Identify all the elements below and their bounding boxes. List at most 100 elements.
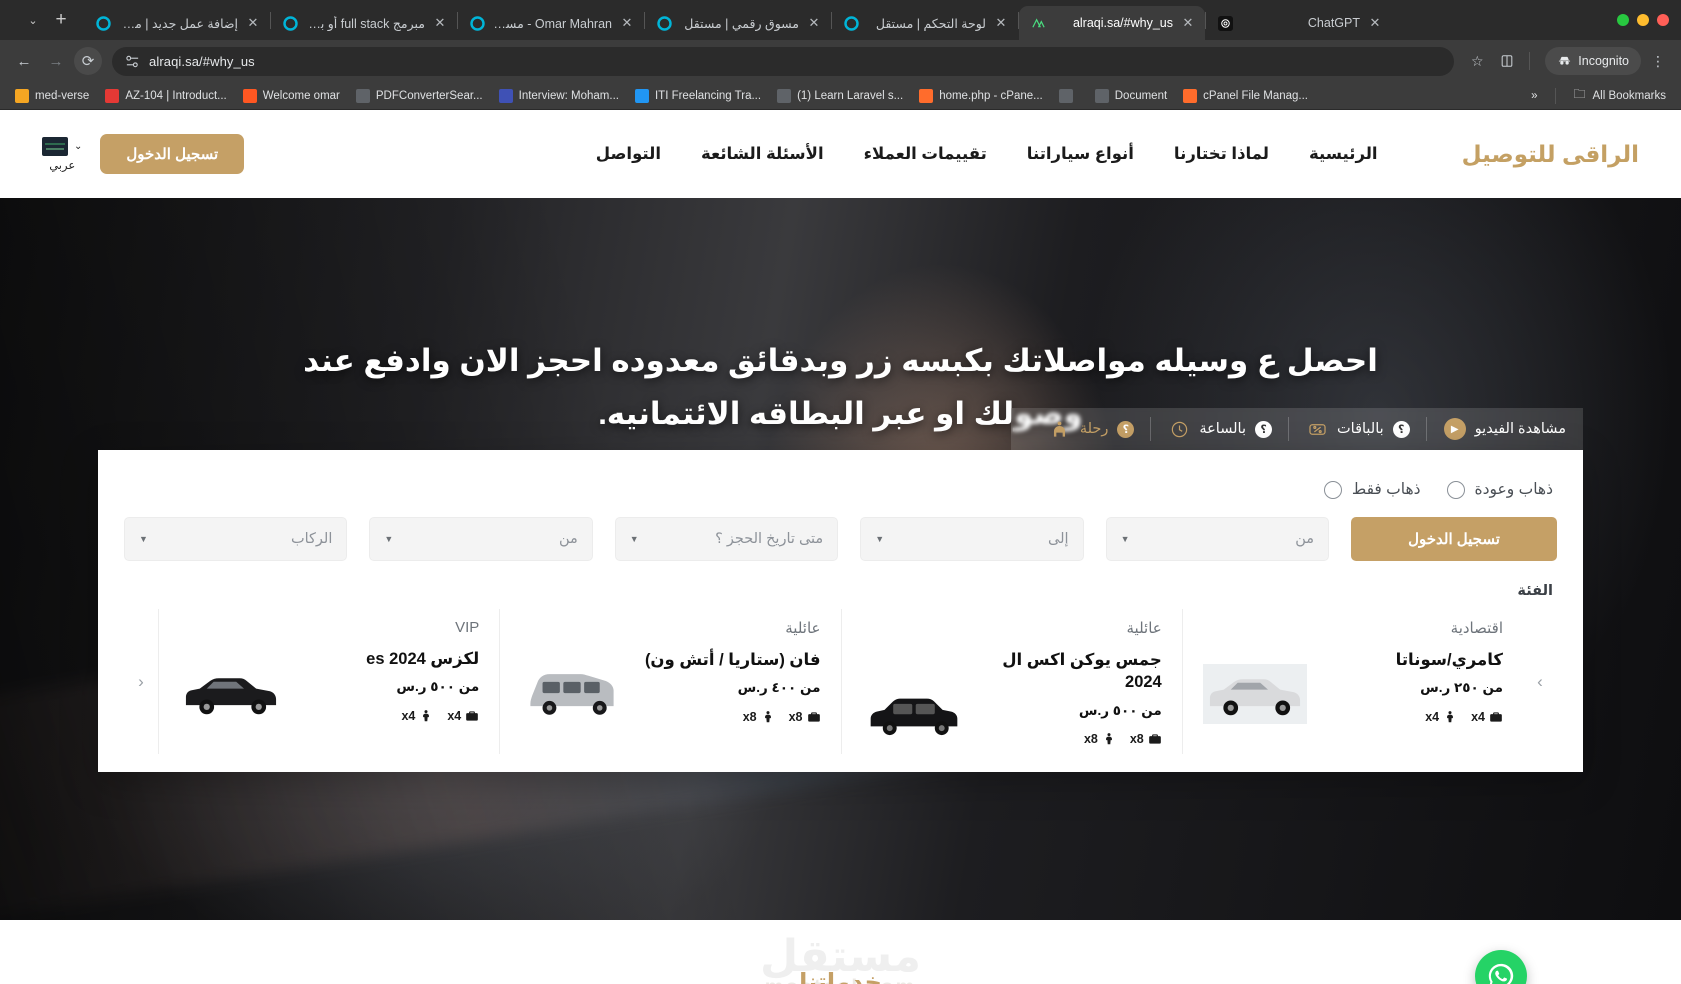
booking-mode-tab[interactable]: ؟رحلة	[1032, 408, 1152, 450]
booking-select-time_from[interactable]: من▼	[369, 517, 592, 561]
browser-tab[interactable]: إضافة عمل جديد | مستقل✕	[84, 6, 270, 40]
page-footer: مستقل mostaql.com خدماتنا	[0, 920, 1681, 984]
booking-select-from[interactable]: من▼	[1106, 517, 1329, 561]
site-navigation[interactable]: الرئيسية لماذا تختارنا أنواع سياراتنا تقييم…	[596, 144, 1378, 164]
browser-tab[interactable]: مسوق رقمي | مستقل✕	[645, 6, 831, 40]
all-bookmarks-button[interactable]: 🗀All Bookmarks	[1566, 87, 1674, 105]
chevron-down-icon: ▼	[139, 534, 148, 544]
site-settings-icon[interactable]	[124, 53, 140, 69]
booking-mode-tabs[interactable]: مشاهدة الفيديو▶؟بالباقات؟بالساعة؟رحلة	[1011, 408, 1583, 450]
nav-link[interactable]: أنواع سياراتنا	[1027, 144, 1134, 164]
vehicle-card[interactable]: عائليةجمس يوكن اكس ال 2024من ٥٠٠ ر.سx8x8	[841, 609, 1182, 754]
booking-select-to[interactable]: إلى▼	[860, 517, 1083, 561]
tab-close-icon[interactable]: ✕	[1367, 15, 1383, 31]
tab-search-chevron-down-icon[interactable]: ⌄	[20, 7, 46, 33]
help-badge-icon[interactable]: ؟	[1393, 421, 1410, 438]
flag-icon	[42, 137, 68, 156]
bookmark-item[interactable]: Interview: Moham...	[492, 87, 626, 105]
bookmark-item[interactable]: Welcome omar	[236, 87, 347, 105]
browser-tab[interactable]: ChatGPT✕	[1206, 6, 1392, 40]
close-window-button[interactable]	[1657, 14, 1669, 26]
address-bar[interactable]: alraqi.sa/#why_us	[112, 47, 1454, 76]
vehicle-card[interactable]: اقتصاديةكامري/سوناتامن ٢٥٠ ر.سx4x4	[1182, 609, 1523, 754]
tab-close-icon[interactable]: ✕	[245, 15, 261, 31]
forward-button[interactable]: →	[42, 47, 70, 75]
bookmarks-divider	[1555, 88, 1556, 104]
nav-link[interactable]: الأسئلة الشائعة	[701, 144, 824, 164]
booking-mode-tab[interactable]: مشاهدة الفيديو▶	[1427, 408, 1583, 450]
radio-circle-icon[interactable]	[1447, 481, 1465, 499]
split-screen-icon[interactable]	[1494, 48, 1520, 74]
chevron-down-icon: ▼	[1121, 534, 1130, 544]
new-tab-button[interactable]: +	[46, 5, 76, 35]
browser-tabs[interactable]: إضافة عمل جديد | مستقل✕مبرمج full stack …	[84, 0, 1613, 40]
vehicle-card[interactable]: عائليةفان (ستاريا / أتش ون)من ٤٠٠ ر.سx8x…	[499, 609, 840, 754]
back-button[interactable]: ←	[10, 47, 38, 75]
bookmark-label: home.php - cPane...	[939, 90, 1043, 102]
browser-tab[interactable]: Omar Mahran - مستقل | خد✕	[458, 6, 644, 40]
bookmark-item[interactable]: Document	[1088, 87, 1174, 105]
nav-link[interactable]: التواصل	[596, 144, 661, 164]
help-badge-icon[interactable]: ؟	[1255, 421, 1272, 438]
booking-fields-row[interactable]: تسجيل الدخول من▼ إلى▼ متى تاريخ الحجز ؟▼ من▼…	[124, 513, 1557, 581]
browser-menu-button[interactable]: ⋮	[1645, 48, 1671, 74]
incognito-badge[interactable]: Incognito	[1545, 47, 1641, 75]
nav-link[interactable]: تقييمات العملاء	[864, 144, 987, 164]
language-switcher[interactable]: ⌄ عربي	[42, 137, 82, 172]
chevron-down-icon: ▼	[384, 534, 393, 544]
tab-close-icon[interactable]: ✕	[806, 15, 822, 31]
bookmark-star-icon[interactable]: ☆	[1464, 48, 1490, 74]
briefcase-icon	[1148, 732, 1162, 746]
trip-type-radio-group[interactable]: ذهاب وعودة ذهاب فقط	[124, 472, 1557, 513]
bookmarks-bar[interactable]: med-verseAZ-104 | Introduct...Welcome om…	[0, 82, 1681, 110]
vehicle-card[interactable]: VIPلكزس es 2024من ٥٠٠ ر.سx4x4	[158, 609, 499, 754]
bags-count: x8	[789, 710, 803, 724]
bookmark-item[interactable]: PDFConverterSear...	[349, 87, 490, 105]
window-controls[interactable]	[1613, 0, 1681, 40]
bookmark-label: Interview: Moham...	[519, 90, 619, 102]
bookmark-item[interactable]: home.php - cPane...	[912, 87, 1050, 105]
booking-select-passengers[interactable]: الركاب▼	[124, 517, 347, 561]
maximize-window-button[interactable]	[1617, 14, 1629, 26]
minimize-window-button[interactable]	[1637, 14, 1649, 26]
tab-close-icon[interactable]: ✕	[619, 15, 635, 31]
reload-button[interactable]: ⟳	[74, 47, 102, 75]
site-logo[interactable]: الراقى للتوصيل	[1462, 141, 1639, 168]
booking-mode-tab[interactable]: ؟بالباقات	[1289, 408, 1427, 450]
booking-mode-tab[interactable]: ؟بالساعة	[1151, 408, 1289, 450]
bookmark-favicon-icon	[1095, 89, 1109, 103]
bookmark-item[interactable]: AZ-104 | Introduct...	[98, 87, 233, 105]
tab-close-icon[interactable]: ✕	[993, 15, 1009, 31]
passenger-capacity: x4	[1425, 710, 1457, 724]
booking-submit-button[interactable]: تسجيل الدخول	[1351, 517, 1557, 561]
bookmark-favicon-icon	[243, 89, 257, 103]
tab-close-icon[interactable]: ✕	[1180, 15, 1196, 31]
bookmark-item[interactable]: (1) Learn Laravel s...	[770, 87, 910, 105]
tab-close-icon[interactable]: ✕	[432, 15, 448, 31]
carousel-next-button[interactable]: ›	[1523, 609, 1557, 754]
browser-tab[interactable]: لوحة التحكم | مستقل✕	[832, 6, 1018, 40]
help-badge-icon[interactable]: ؟	[1117, 421, 1134, 438]
bookmarks-overflow-button[interactable]: »	[1524, 88, 1544, 104]
vehicle-price: من ٥٠٠ ر.س	[976, 702, 1162, 721]
bookmark-item[interactable]: med-verse	[8, 87, 96, 105]
passenger-capacity: x8	[1084, 732, 1116, 746]
radio-circle-icon[interactable]	[1324, 481, 1342, 499]
trip-type-radio[interactable]: ذهاب وعودة	[1447, 480, 1553, 499]
browser-tab-active[interactable]: alraqi.sa/#why_us✕	[1019, 6, 1205, 40]
vehicle-name: لكزس es 2024	[293, 648, 479, 670]
header-actions: تسجيل الدخول ⌄ عربي	[42, 134, 244, 174]
nav-link[interactable]: الرئيسية	[1309, 144, 1378, 164]
sedan-white-icon	[1203, 664, 1307, 724]
browser-tab[interactable]: مبرمج full stack أو باك اند و✕	[271, 6, 457, 40]
vehicle-cards-viewport: اقتصاديةكامري/سوناتامن ٢٥٠ ر.سx4x4 عائلية…	[158, 609, 1523, 754]
booking-panel: ذهاب وعودة ذهاب فقط تسجيل الدخول من▼ إلى▼ مت…	[98, 450, 1583, 772]
bookmark-item[interactable]: cPanel File Manag...	[1176, 87, 1315, 105]
login-button[interactable]: تسجيل الدخول	[100, 134, 244, 174]
carousel-prev-button[interactable]: ‹	[124, 609, 158, 754]
nav-link[interactable]: لماذا تختارنا	[1174, 144, 1269, 164]
trip-type-radio[interactable]: ذهاب فقط	[1324, 480, 1421, 499]
booking-select-date[interactable]: متى تاريخ الحجز ؟▼	[615, 517, 838, 561]
bookmark-item[interactable]: ITI Freelancing Tra...	[628, 87, 768, 105]
bookmark-item[interactable]	[1052, 87, 1086, 105]
